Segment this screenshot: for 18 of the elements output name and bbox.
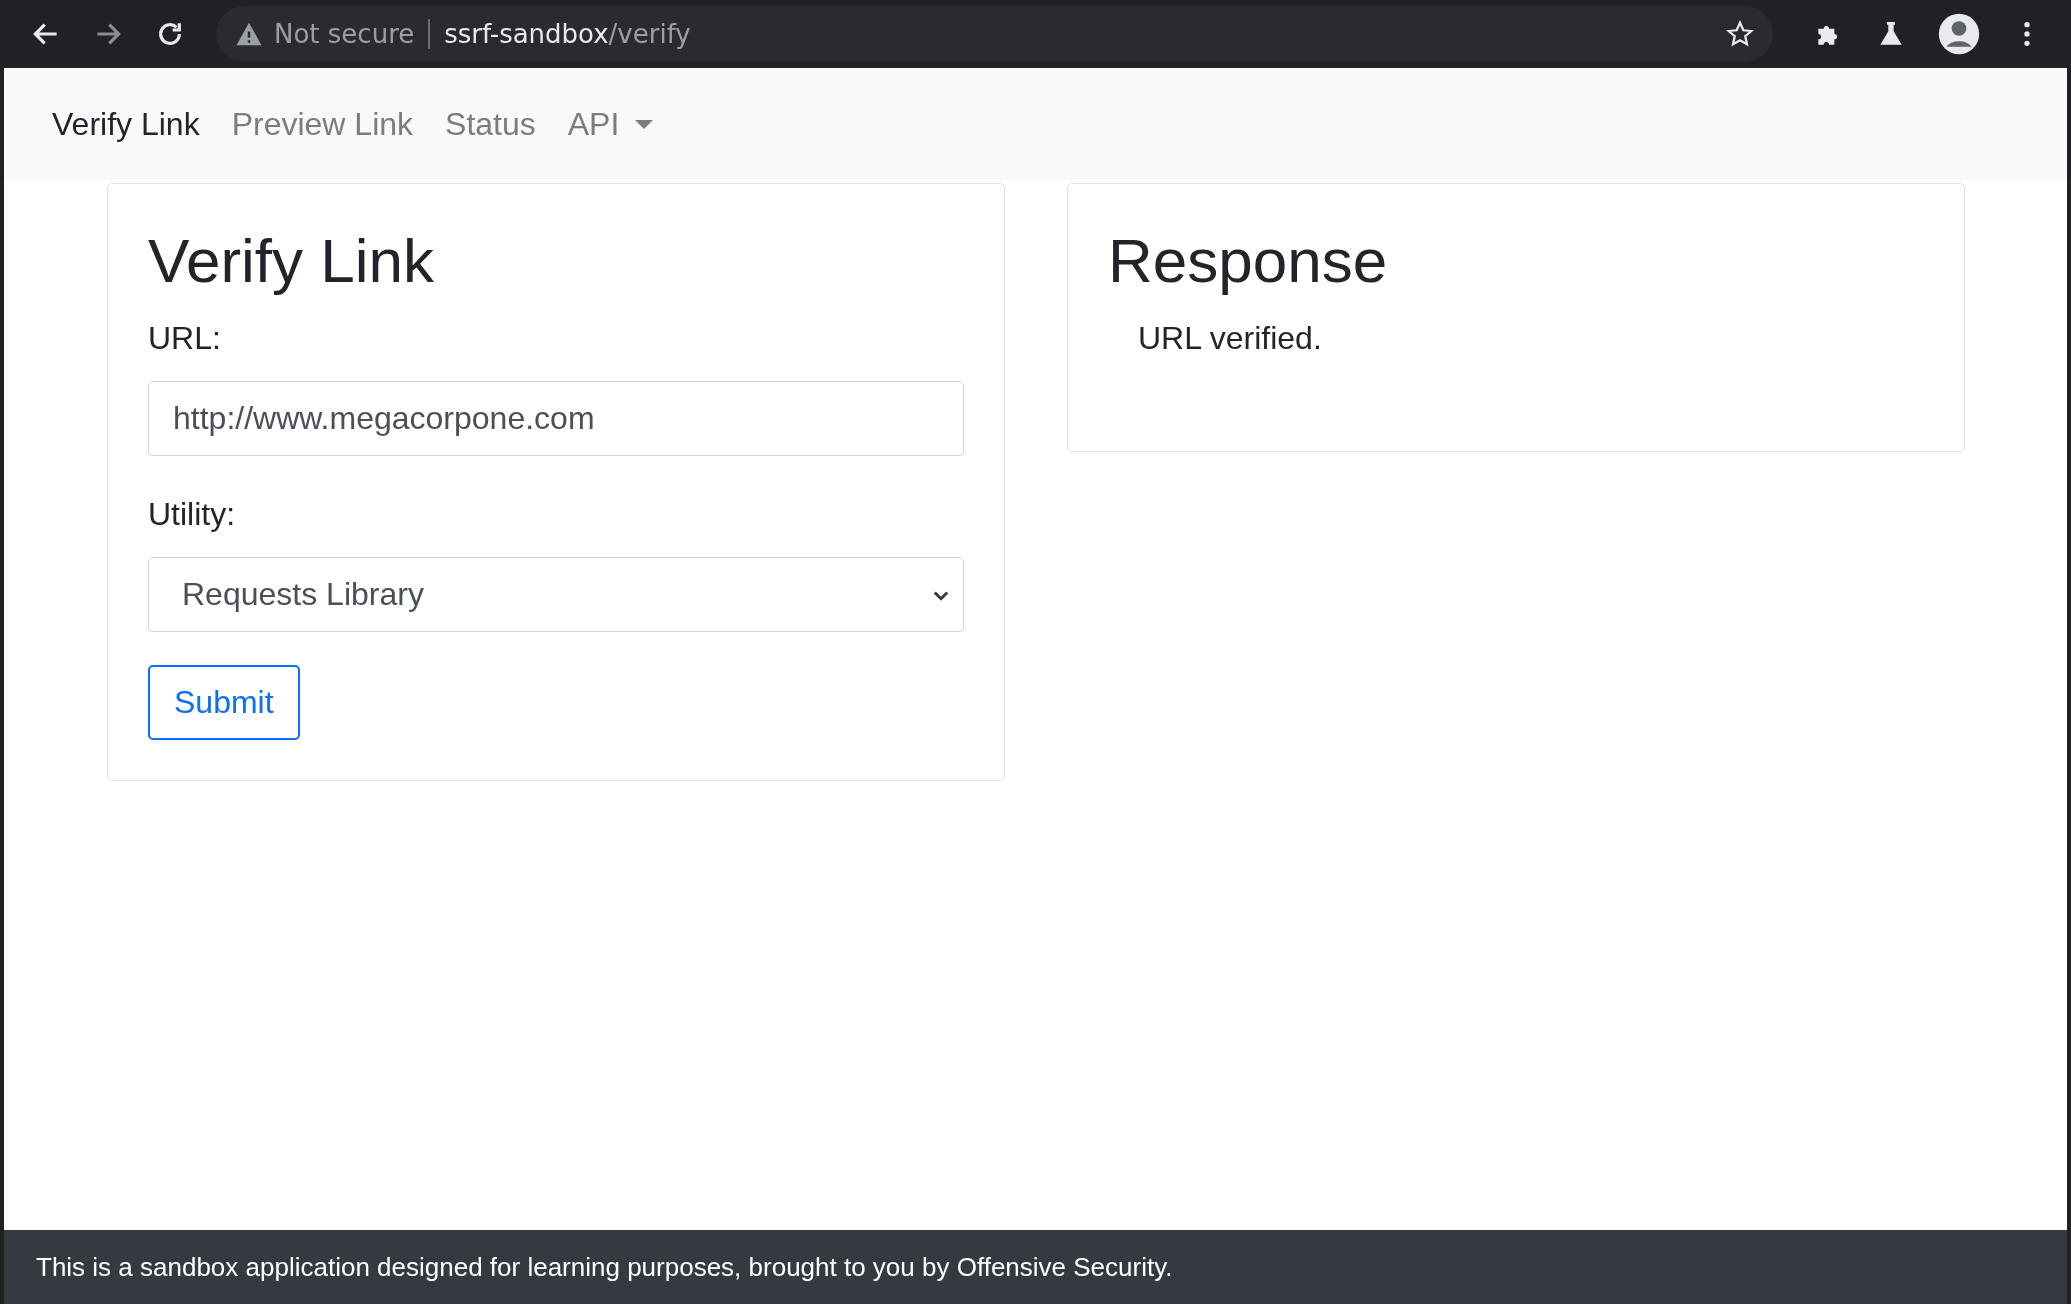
nav-link[interactable]: Verify Link — [52, 105, 200, 143]
footer-text: This is a sandbox application designed for learning purposes, brought to you by Offensive Security. — [36, 1251, 1173, 1283]
utility-select[interactable]: Requests Library — [148, 557, 964, 633]
response-message: URL verified. — [1138, 320, 1323, 358]
security-label: Not secure — [274, 19, 415, 49]
url-text: ssrf-sandbox/verify — [444, 19, 691, 49]
field-label: URL: — [148, 320, 222, 358]
card-title: Response — [1108, 225, 1389, 297]
url-input[interactable]: http://www.megacorpone.com — [148, 381, 964, 457]
avatar-icon[interactable] — [1937, 12, 1981, 56]
nav-link[interactable]: Status — [445, 105, 536, 143]
submit-button[interactable]: Submit — [148, 665, 300, 741]
star-icon[interactable] — [1725, 19, 1755, 49]
nav-dropdown[interactable]: API — [567, 105, 654, 143]
address-bar[interactable]: Not secure ssrf-sandbox/verify — [216, 6, 1773, 62]
card-title: Verify Link — [148, 225, 436, 297]
field-label: Utility: — [148, 496, 237, 534]
nav-link[interactable]: Preview Link — [231, 105, 414, 143]
